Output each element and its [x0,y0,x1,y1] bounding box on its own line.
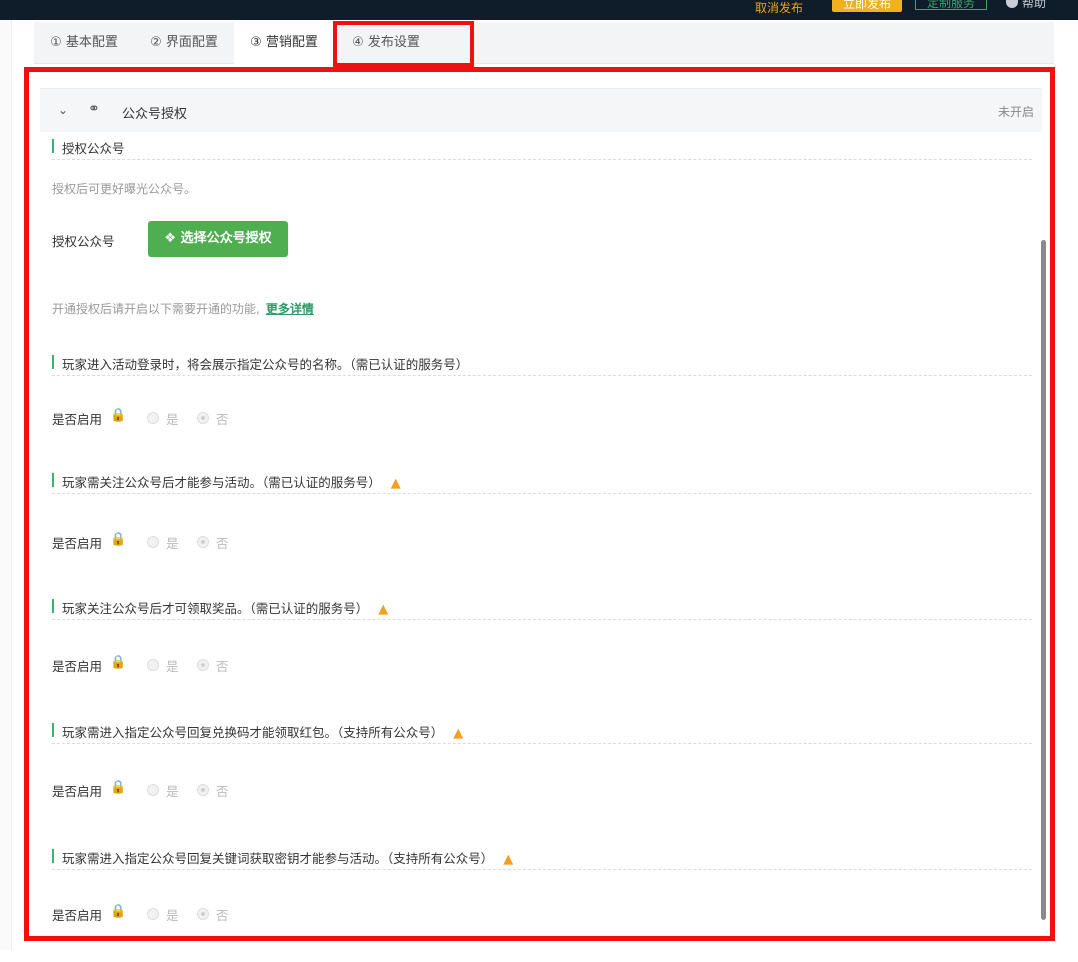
tab-marketing-config[interactable]: ③ 营销配置 [234,22,334,64]
section-header[interactable]: ⌄ ⚭ 公众号授权 未开启 [40,88,1042,132]
select-account-auth-button[interactable]: ❖ 选择公众号授权 [148,221,288,257]
radio-yes[interactable] [147,908,159,920]
publish-button[interactable]: 立即发布 [832,0,902,12]
feature-heading: 玩家需进入指定公众号回复兑换码才能领取红包。（支持所有公众号） ▲ [52,722,1032,744]
lock-icon: 🔒 [110,780,127,795]
radio-no[interactable] [197,784,209,796]
radio-yes[interactable] [147,412,159,424]
radio-no[interactable] [197,908,209,920]
help-icon[interactable] [1006,0,1018,8]
vertical-scrollbar[interactable] [1041,240,1046,920]
lock-icon: 🔒 [110,532,127,547]
auth-label: 授权公众号 [52,234,115,249]
more-details-link[interactable]: 更多详情 [266,302,314,316]
feature-heading: 玩家关注公众号后才可领取奖品。（需已认证的服务号） ▲ [52,598,1032,620]
lock-icon: 🔒 [110,904,127,919]
lock-icon: 🔒 [110,408,127,423]
warning-icon: ▲ [390,476,401,491]
section-status: 未开启 [997,105,1034,119]
radio-yes[interactable] [147,659,159,671]
top-bar: 取消发布 立即发布 定制服务 帮助 [0,0,1078,20]
section-title: 公众号授权 [122,107,188,122]
link-chain-icon: ⚭ [88,101,100,117]
tab-ui-config[interactable]: ② 界面配置 [134,22,234,64]
marketing-content: ⌄ ⚭ 公众号授权 未开启 授权公众号 授权后可更好曝光公众号。 授权公众号 ❖… [40,88,1042,938]
accent-bar [52,139,54,153]
auth-description: 授权后可更好曝光公众号。 [52,182,197,196]
warning-icon: ▲ [453,726,464,741]
unpublish-link[interactable]: 取消发布 [755,0,815,20]
warning-icon: ▲ [503,852,514,867]
custom-service-button[interactable]: 定制服务 [915,0,987,10]
radio-no[interactable] [197,659,209,671]
feature-heading: 玩家需关注公众号后才能参与活动。（需已认证的服务号） ▲ [52,472,1032,494]
auth-subheading: 授权公众号 [52,138,1032,160]
help-link[interactable]: 帮助 [1022,0,1046,8]
radio-no[interactable] [197,536,209,548]
radio-no[interactable] [197,412,209,424]
chevron-down-icon[interactable]: ⌄ [58,103,68,117]
left-sidebar-edge [0,20,12,950]
wechat-icon: ❖ [164,231,181,246]
lock-icon: 🔒 [110,655,127,670]
feature-heading: 玩家进入活动登录时，将会展示指定公众号的名称。（需已认证的服务号） [52,354,1032,376]
warning-icon: ▲ [378,602,389,617]
tab-publish-settings[interactable]: ④ 发布设置 [336,22,436,64]
config-tabs: ① 基本配置 ② 界面配置 ③ 营销配置 ④ 发布设置 [34,22,1054,64]
radio-yes[interactable] [147,536,159,548]
radio-yes[interactable] [147,784,159,796]
tab-basic-config[interactable]: ① 基本配置 [34,22,134,64]
feature-heading: 玩家需进入指定公众号回复关键词获取密钥才能参与活动。（支持所有公众号） ▲ [52,848,1032,870]
more-note: 开通授权后请开启以下需要开通的功能, 更多详情 [52,302,314,316]
